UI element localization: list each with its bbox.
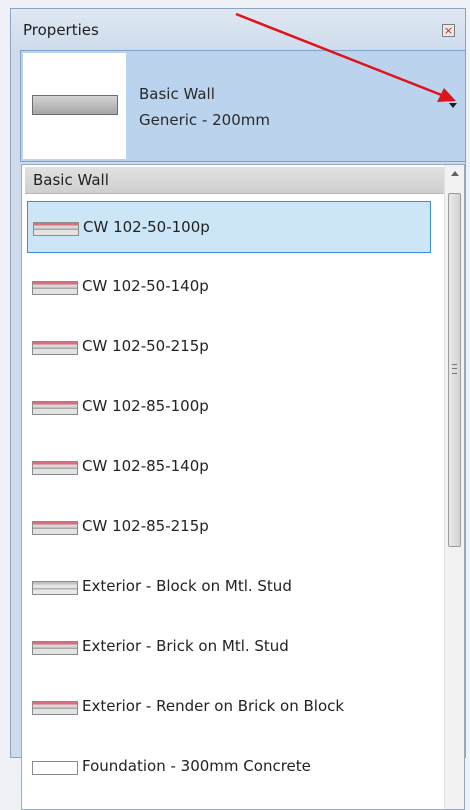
chevron-down-icon[interactable] xyxy=(449,103,457,108)
list-item[interactable]: Exterior - Block on Mtl. Stud xyxy=(27,561,431,613)
wall-swatch-icon xyxy=(32,281,78,295)
group-header-label: Basic Wall xyxy=(33,171,109,189)
selected-type-name: Generic - 200mm xyxy=(139,111,270,129)
scroll-thumb[interactable] xyxy=(448,193,461,547)
list-item[interactable]: CW 102-85-100p xyxy=(27,381,431,433)
list-item-label: CW 102-50-140p xyxy=(82,277,209,295)
wall-swatch-icon xyxy=(32,641,78,655)
list-item[interactable]: Foundation - 300mm Concrete xyxy=(27,741,431,793)
panel-title: Properties xyxy=(23,21,99,39)
wall-swatch-icon xyxy=(33,222,79,236)
list-item-label: CW 102-50-100p xyxy=(83,218,210,236)
list-item[interactable]: CW 102-50-100p xyxy=(27,201,431,253)
list-item-label: CW 102-85-100p xyxy=(82,397,209,415)
wall-swatch-icon xyxy=(32,401,78,415)
close-icon[interactable]: × xyxy=(442,24,455,37)
wall-swatch-icon xyxy=(32,521,78,535)
list-item-label: Exterior - Render on Brick on Block xyxy=(82,697,345,715)
vertical-scrollbar[interactable] xyxy=(444,165,464,809)
list-item-label: CW 102-50-215p xyxy=(82,337,209,355)
wall-swatch-icon xyxy=(32,461,78,475)
list-item[interactable]: CW 102-50-140p xyxy=(27,261,431,313)
grip-icon xyxy=(452,364,457,374)
wall-swatch-icon xyxy=(32,341,78,355)
wall-preview-icon xyxy=(32,95,118,115)
list-item-label: CW 102-85-140p xyxy=(82,457,209,475)
list-item[interactable]: Exterior - Brick on Mtl. Stud xyxy=(27,621,431,673)
list-item-label: Foundation - 300mm Concrete xyxy=(82,757,311,775)
list-item[interactable]: CW 102-85-140p xyxy=(27,441,431,493)
list-item[interactable]: Exterior - Render on Brick on Block xyxy=(27,681,431,733)
wall-swatch-icon xyxy=(32,761,78,775)
selected-family-name: Basic Wall xyxy=(139,85,215,103)
list-item[interactable]: CW 102-85-215p xyxy=(27,501,431,553)
type-list: Basic Wall CW 102-50-100p CW 102-50-140p… xyxy=(21,164,465,810)
wall-swatch-icon xyxy=(32,701,78,715)
group-header: Basic Wall xyxy=(25,167,451,194)
wall-swatch-icon xyxy=(32,581,78,595)
list-item[interactable]: CW 102-50-215p xyxy=(27,321,431,373)
type-preview xyxy=(23,53,126,159)
list-item-label: Exterior - Block on Mtl. Stud xyxy=(82,577,292,595)
panel-titlebar: Properties × xyxy=(11,9,465,49)
list-item-label: CW 102-85-215p xyxy=(82,517,209,535)
type-selector-dropdown[interactable]: Basic Wall Generic - 200mm xyxy=(20,50,466,162)
scroll-up-icon[interactable] xyxy=(451,171,459,176)
list-item-label: Exterior - Brick on Mtl. Stud xyxy=(82,637,289,655)
